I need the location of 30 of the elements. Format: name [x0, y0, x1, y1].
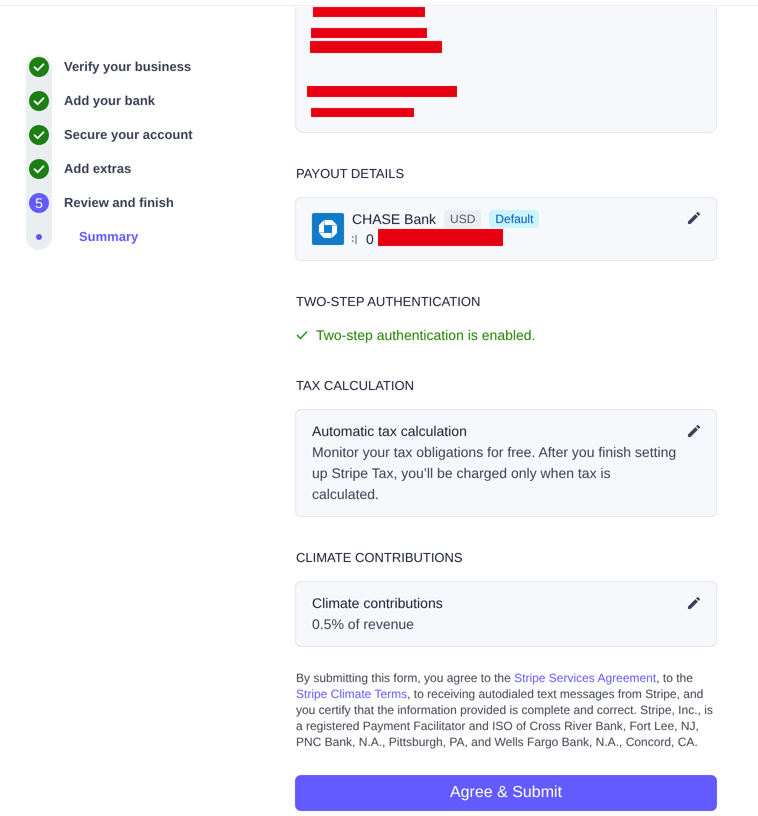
section-heading: PAYOUT DETAILS [296, 166, 406, 182]
dots-icon [352, 234, 357, 244]
section-heading: TAX CALCULATION [296, 378, 415, 394]
pencil-icon[interactable] [688, 425, 700, 437]
card-title: Climate contributions [312, 594, 444, 613]
dot-icon [36, 234, 42, 240]
substep-label[interactable]: Summary [79, 227, 138, 247]
step-label[interactable]: Add your bank [64, 91, 156, 111]
section-heading: CLIMATE CONTRIBUTIONS [296, 550, 464, 566]
section-heading: TWO-STEP AUTHENTICATION [296, 294, 482, 310]
account-number: 0 [366, 230, 374, 249]
step-label[interactable]: Review and finish [64, 193, 174, 213]
step-label[interactable]: Secure your account [64, 125, 193, 145]
step-label[interactable]: Add extras [64, 159, 132, 179]
card-value: 0.5% of revenue [312, 615, 415, 634]
card-title: Automatic tax calculation [312, 422, 468, 441]
status-text: Two-step authentication is enabled. [316, 326, 536, 345]
bank-logo-icon [312, 213, 344, 245]
bank-name: CHASE Bank [352, 210, 436, 229]
default-tag: Default [489, 210, 540, 228]
submit-button[interactable]: Agree & Submit [295, 775, 717, 811]
step-label[interactable]: Verify your business [64, 57, 192, 77]
link[interactable]: Stripe Climate Terms [296, 687, 408, 701]
pencil-icon[interactable] [688, 212, 700, 224]
legal-text: By submitting this form, you agree to the Stripe Services Agreement, to the Stripe Climate Terms, to receiving autodialed text messages from Stripe, and you certify that the information provided is complete and correct. Stripe, Inc., is a registered Payment Facilitator and ISO of Cross River Bank, Fort Lee, NJ, PNC Bank, N.A., Pittsburgh, PA, and Wells Fargo Bank, N.A., Concord, CA. [296, 670, 714, 750]
currency-tag: USD [444, 210, 482, 228]
link[interactable]: Stripe Services Agreement [514, 671, 656, 685]
step-number: 5 [29, 193, 49, 213]
card-description: Monitor your tax obligations for free. After you finish setting up Stripe Tax, you’ll be charged only when tax is calculated. [312, 443, 678, 504]
pencil-icon[interactable] [688, 597, 700, 609]
